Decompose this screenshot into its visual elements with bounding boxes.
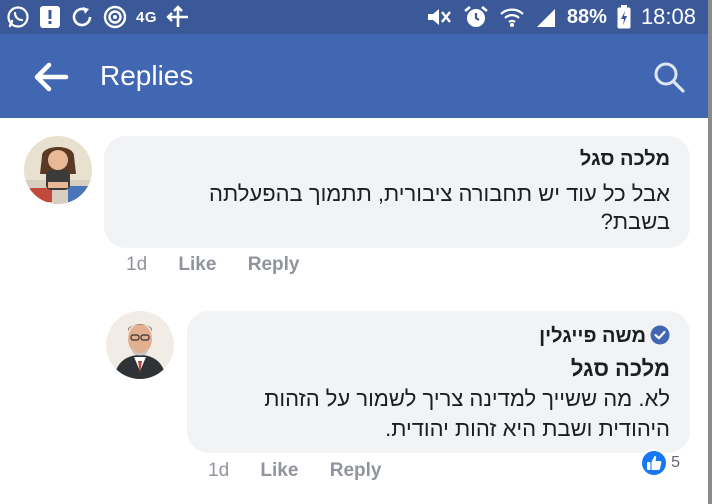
page-title: Replies [100,60,194,91]
comment-author[interactable]: מלכה סגל [580,148,670,171]
comment-text-line: היהודית ושבת היא זהות יהודית. [385,416,670,441]
mention-tag[interactable]: מלכה סגל [571,355,670,383]
battery-icon [617,5,631,29]
status-bar-left: 4G [6,3,190,31]
avatar-photo [106,311,174,379]
whatsapp-icon [7,6,29,28]
battery-percent: 88% [566,5,607,28]
comment-text-line: בשבת? [600,209,670,234]
network-type: 4G [136,8,158,26]
reply-link[interactable]: Reply [248,254,300,275]
like-link[interactable]: Like [178,254,216,275]
reaction-count: 5 [671,454,680,471]
avatar[interactable] [106,311,174,379]
clock: 18:08 [640,4,696,29]
comment-bubble[interactable]: משה פייגלין מלכה סגל לא. מה ששייך למדינה… [187,311,690,453]
like-link[interactable]: Like [260,460,298,481]
thumbs-up-icon [640,449,669,477]
comment-bubble[interactable]: מלכה סגל אבל כל עוד יש תחבורה ציבורית, ת… [104,136,690,248]
comment-text-line: אבל כל עוד יש תחבורה ציבורית, תתמוך בהפע… [209,181,670,206]
status-bar-right: 88% 18:08 [425,3,696,31]
comment-meta: 1d Like Reply [126,254,299,276]
app-bar: Replies [0,34,708,118]
comment-text-line: לא. מה ששייך למדינה צריך לשמור על הזהות [264,386,670,411]
comment-time: 1d [126,254,148,275]
alert-icon [40,6,60,28]
reply-link[interactable]: Reply [330,460,382,481]
avatar-photo [24,136,92,204]
mute-icon [427,9,451,25]
comment-time: 1d [208,460,230,481]
comment-author-row: משה פייגלין [539,325,670,348]
replies-screen: 4G 88% 18:08 Replies מלכה סגל אבל כל עוד… [0,0,712,504]
comment-meta: 1d Like Reply [208,460,381,482]
verified-badge-icon [650,325,670,345]
alarm-icon [464,5,488,27]
hotspot-icon [103,5,127,29]
search-icon[interactable] [652,60,686,94]
reaction-summary[interactable]: 5 [640,449,680,477]
wifi-icon [500,8,524,27]
sync-icon [72,7,92,27]
avatar[interactable] [24,136,92,204]
back-arrow-icon[interactable] [30,59,70,95]
screen-edge [708,0,712,504]
signal-icon [536,9,555,27]
transfer-icon [166,5,189,27]
comment-author[interactable]: משה פייגלין [539,325,646,347]
status-bar: 4G 88% 18:08 [0,0,708,34]
